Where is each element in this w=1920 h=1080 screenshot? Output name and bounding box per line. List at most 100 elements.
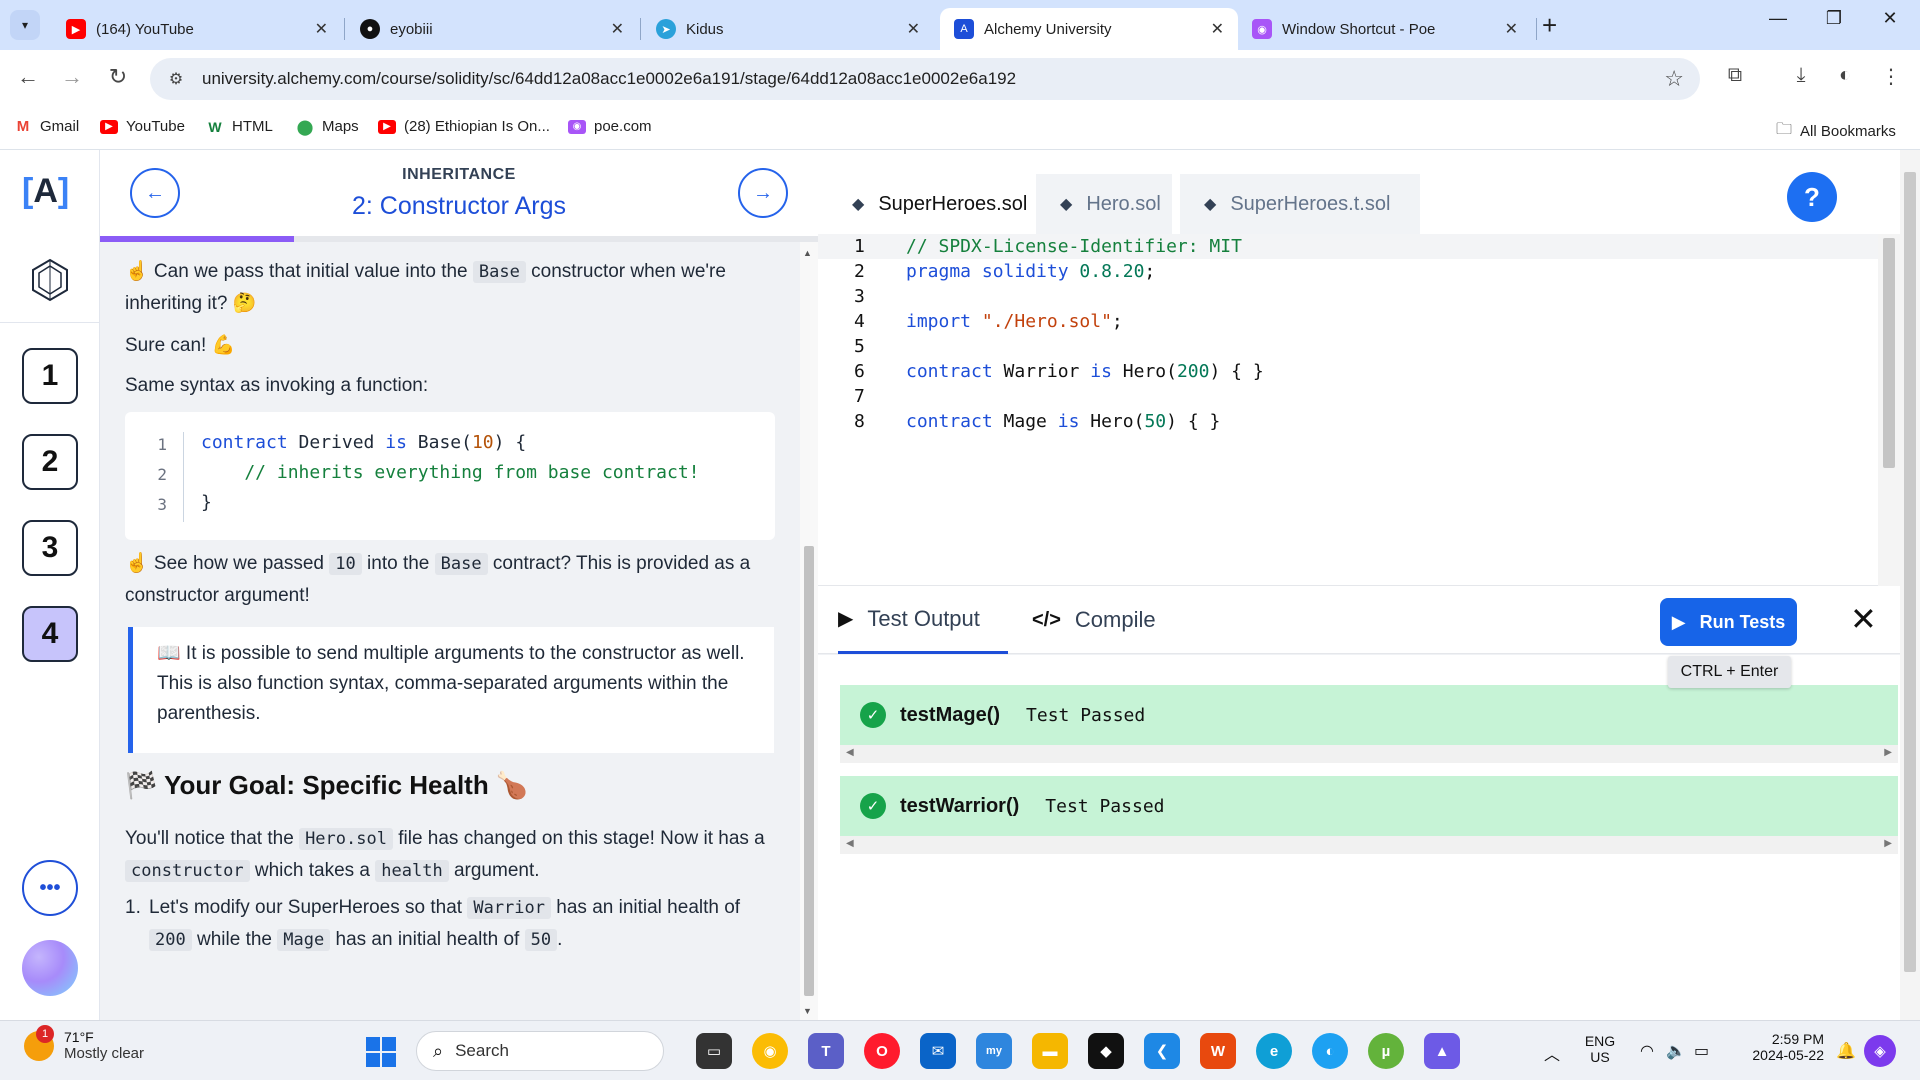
stage-4-button[interactable]: 4 bbox=[22, 606, 78, 662]
more-options-button[interactable]: ••• bbox=[22, 860, 78, 916]
bookmark-gmail[interactable]: M Gmail bbox=[14, 118, 79, 135]
next-lesson-button[interactable]: → bbox=[738, 168, 788, 218]
horizontal-scrollbar[interactable]: ◀ ▶ bbox=[840, 836, 1898, 854]
browser-menu-icon[interactable]: ⋮ bbox=[1876, 64, 1906, 89]
chrome-icon[interactable]: ◉ bbox=[752, 1033, 788, 1069]
scrollbar-thumb[interactable] bbox=[1904, 172, 1916, 972]
bookmark-youtube[interactable]: ▶ YouTube bbox=[100, 118, 185, 135]
tab-compile[interactable]: </> Compile bbox=[1032, 586, 1156, 654]
bookmark-poe[interactable]: ◉ poe.com bbox=[568, 118, 652, 135]
alchemy-logo[interactable]: [A] bbox=[22, 172, 69, 211]
bookmark-star-icon[interactable]: ☆ bbox=[1664, 66, 1684, 92]
clock[interactable]: 2:59 PM 2024-05-22 bbox=[1728, 1031, 1824, 1063]
mail-icon[interactable]: ✉ bbox=[920, 1033, 956, 1069]
minimize-icon[interactable]: — bbox=[1758, 8, 1798, 29]
tab-superheroes-t-sol[interactable]: ◆ SuperHeroes.t.sol bbox=[1180, 174, 1420, 234]
tab-alchemy-university[interactable]: A Alchemy University ✕ bbox=[940, 8, 1238, 50]
scroll-right-arrow-icon[interactable]: ▶ bbox=[1884, 838, 1892, 849]
bookmark-maps[interactable]: ⬤ Maps bbox=[296, 118, 359, 136]
profile-avatar[interactable]: ◐ bbox=[1830, 64, 1860, 87]
windows-start-icon[interactable] bbox=[366, 1037, 396, 1067]
wifi-icon[interactable]: ◠ bbox=[1640, 1041, 1654, 1061]
scrollbar-thumb[interactable] bbox=[804, 546, 814, 996]
close-icon[interactable]: ✕ bbox=[611, 19, 624, 39]
bookmark-ethiopian[interactable]: ▶ (28) Ethiopian Is On... bbox=[378, 118, 550, 135]
tab-poe[interactable]: ◉ Window Shortcut - Poe ✕ bbox=[1238, 8, 1532, 50]
address-bar[interactable]: ⚙ university.alchemy.com/course/solidity… bbox=[150, 58, 1700, 100]
tab-youtube[interactable]: ▶ (164) YouTube ✕ bbox=[52, 8, 342, 50]
clock-time: 2:59 PM bbox=[1771, 1031, 1824, 1047]
inline-code: constructor bbox=[125, 860, 250, 882]
tab-label: Compile bbox=[1074, 607, 1156, 632]
close-icon[interactable]: ✕ bbox=[1505, 19, 1518, 39]
editor-scrollbar[interactable] bbox=[1878, 234, 1900, 586]
input-language[interactable]: ENG US bbox=[1580, 1033, 1620, 1065]
line-number: 3 bbox=[157, 495, 167, 514]
tab-test-output[interactable]: ▶ Test Output bbox=[838, 586, 1008, 654]
search-icon: ⌕ bbox=[433, 1040, 444, 1061]
file-explorer-icon[interactable]: ▬ bbox=[1032, 1033, 1068, 1069]
horizontal-scrollbar[interactable]: ◀ ▶ bbox=[840, 745, 1898, 763]
stage-3-button[interactable]: 3 bbox=[22, 520, 78, 576]
task-view-icon[interactable]: ▭ bbox=[696, 1033, 732, 1069]
vscode-icon[interactable]: ❮ bbox=[1144, 1033, 1180, 1069]
scrollbar-thumb[interactable] bbox=[1883, 238, 1895, 468]
close-output-icon[interactable]: ✕ bbox=[1850, 600, 1877, 638]
scroll-up-arrow-icon[interactable]: ▲ bbox=[803, 248, 812, 258]
scroll-right-arrow-icon[interactable]: ▶ bbox=[1884, 747, 1892, 758]
scroll-down-arrow-icon[interactable]: ▼ bbox=[803, 1006, 812, 1016]
code-brackets-icon: </> bbox=[1032, 608, 1061, 631]
copilot-icon[interactable]: ◈ bbox=[1864, 1035, 1896, 1067]
tab-hero-sol[interactable]: ◆ Hero.sol bbox=[1036, 174, 1172, 234]
close-icon[interactable]: ✕ bbox=[315, 19, 328, 39]
extensions-icon[interactable]: ⧉ bbox=[1720, 64, 1750, 87]
forward-icon[interactable]: → bbox=[56, 64, 88, 90]
new-tab-plus-icon[interactable]: + bbox=[1542, 10, 1557, 41]
weather-widget[interactable]: 1 71°F Mostly clear bbox=[24, 1024, 144, 1062]
site-settings-icon[interactable]: ⚙ bbox=[158, 69, 194, 89]
help-button[interactable]: ? bbox=[1787, 172, 1837, 222]
utorrent-icon[interactable]: µ bbox=[1368, 1033, 1404, 1069]
download-icon[interactable]: ⤓ bbox=[1786, 64, 1816, 87]
bookmark-html[interactable]: W HTML bbox=[206, 118, 272, 135]
teams-icon[interactable]: T bbox=[808, 1033, 844, 1069]
window-close-icon[interactable]: ✕ bbox=[1870, 8, 1910, 29]
tab-telegram[interactable]: ➤ Kidus ✕ bbox=[642, 8, 934, 50]
edge-icon[interactable]: e bbox=[1256, 1033, 1292, 1069]
language-code: ENG bbox=[1584, 1033, 1616, 1049]
opera-icon[interactable]: O bbox=[864, 1033, 900, 1069]
python-icon[interactable]: ◐ bbox=[1312, 1033, 1348, 1069]
app-launcher-icon[interactable]: ▲ bbox=[1424, 1033, 1460, 1069]
taskbar-search[interactable]: ⌕ Search bbox=[416, 1031, 664, 1071]
restore-icon[interactable]: ❐ bbox=[1814, 8, 1854, 29]
mylp-icon[interactable]: my bbox=[976, 1033, 1012, 1069]
editor-tab-bar: ◆ SuperHeroes.sol ◆ Hero.sol ◆ SuperHero… bbox=[818, 150, 1920, 234]
url-text[interactable]: university.alchemy.com/course/solidity/s… bbox=[202, 69, 1016, 89]
ai-assistant-orb[interactable] bbox=[22, 940, 78, 996]
reload-icon[interactable]: ↻ bbox=[102, 64, 134, 90]
tab-superheroes-sol[interactable]: ◆ SuperHeroes.sol bbox=[828, 174, 1028, 234]
stage-2-button[interactable]: 2 bbox=[22, 434, 78, 490]
lesson-scrollbar[interactable]: ▲ ▼ bbox=[800, 242, 818, 1020]
tab-github[interactable]: ● eyobiii ✕ bbox=[346, 8, 638, 50]
all-bookmarks[interactable]: 🗀 All Bookmarks bbox=[1776, 118, 1896, 145]
close-icon[interactable]: ✕ bbox=[1211, 19, 1224, 39]
tray-chevron-up-icon[interactable]: ︿ bbox=[1544, 1041, 1560, 1065]
tab-search-button[interactable]: ▾ bbox=[10, 10, 40, 40]
editor-line: 1 // SPDX-License-Identifier: MIT bbox=[818, 234, 1878, 259]
notification-bell-icon[interactable]: 🔔 bbox=[1836, 1041, 1856, 1061]
scroll-left-arrow-icon[interactable]: ◀ bbox=[846, 747, 854, 758]
battery-icon[interactable]: ▭ bbox=[1694, 1041, 1709, 1061]
back-icon[interactable]: ← bbox=[12, 64, 44, 90]
stage-1-button[interactable]: 1 bbox=[22, 348, 78, 404]
page-scrollbar[interactable] bbox=[1900, 150, 1920, 1020]
inline-code: Mage bbox=[277, 929, 331, 951]
wps-icon[interactable]: W bbox=[1200, 1033, 1236, 1069]
dropbox-icon[interactable]: ◆ bbox=[1088, 1033, 1124, 1069]
run-tests-button[interactable]: ▶ Run Tests bbox=[1660, 598, 1797, 646]
scroll-left-arrow-icon[interactable]: ◀ bbox=[846, 838, 854, 849]
volume-icon[interactable]: 🔈 bbox=[1666, 1041, 1686, 1061]
ethereum-hexagon-icon[interactable] bbox=[30, 258, 70, 302]
close-icon[interactable]: ✕ bbox=[907, 19, 920, 39]
code-editor[interactable]: 1 // SPDX-License-Identifier: MIT 2 prag… bbox=[818, 234, 1920, 586]
